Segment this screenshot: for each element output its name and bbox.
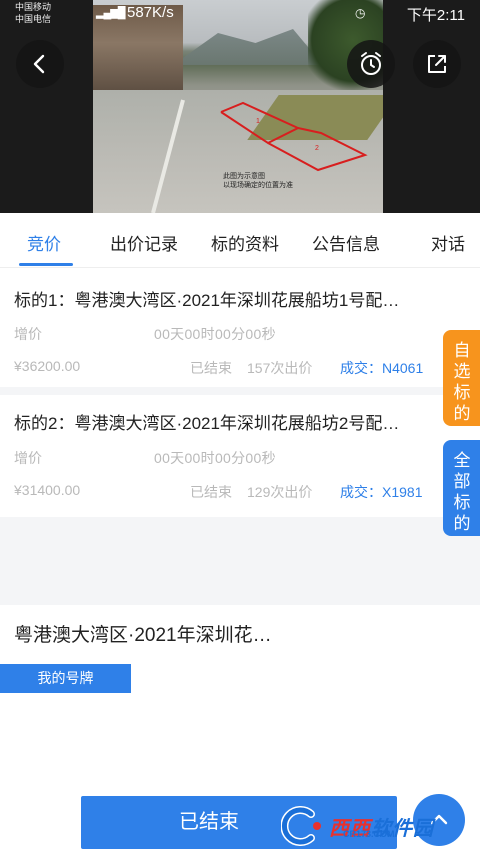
lot-price: ¥36200.00 — [14, 358, 81, 374]
favorite-tab-char: 自 — [453, 341, 471, 360]
active-tab-indicator — [19, 263, 73, 266]
photo-note-line2: 以现场确定的位置为准 — [223, 181, 293, 189]
hero-image-area: 1 2 此图为示意图 以现场确定的位置为准 中国移动 中国电信 ▂▄▆█ 587… — [0, 0, 480, 213]
tab-bar: 竞价 出价记录 标的资料 公告信息 对话 — [0, 213, 480, 267]
section-divider — [0, 517, 480, 605]
lot-status: 已结束 — [190, 484, 232, 500]
bid-count: 129次出价 — [247, 484, 313, 500]
watermark-logo-icon — [280, 806, 327, 846]
deal-result: 成交：N4061 — [340, 360, 424, 376]
countdown-timer: 00天00时00分00秒 — [154, 450, 276, 466]
alarm-icon: ◷ — [355, 6, 366, 20]
increment-label: 增价 — [14, 450, 42, 466]
my-plate-tag[interactable]: 我的号牌 — [0, 664, 131, 693]
carrier-1: 中国移动 — [15, 2, 52, 12]
all-lots-tab[interactable]: 全 部 标 的 — [443, 440, 480, 536]
all-tab-char: 部 — [453, 472, 471, 491]
photo-marker-2: 2 — [315, 145, 319, 152]
lot-card[interactable]: 标的2：粤港澳大湾区·2021年深圳花展船坊2号配… 增价 00天00时00分0… — [0, 387, 480, 517]
tab-lot-info[interactable]: 标的资料 — [211, 230, 279, 255]
all-tab-char: 标 — [453, 493, 471, 512]
back-button[interactable] — [16, 40, 64, 88]
tab-bidding[interactable]: 竞价 — [27, 230, 61, 255]
alarm-clock-icon — [361, 52, 381, 75]
photo-note-line1: 此图为示意图 — [223, 172, 265, 180]
reminder-button[interactable] — [347, 40, 395, 88]
watermark-url: CR173.COM — [343, 829, 395, 839]
lot-title: 标的2：粤港澳大湾区·2021年深圳花展船坊2号配… — [14, 414, 400, 433]
favorite-lots-tab[interactable]: 自 选 标 的 — [443, 330, 480, 426]
ended-button-label: 已结束 — [179, 811, 239, 833]
favorite-tab-char: 选 — [453, 362, 471, 381]
favorite-tab-char: 标 — [453, 383, 471, 402]
photo-marker-1: 1 — [256, 118, 260, 125]
lot-title: 标的1：粤港澳大湾区·2021年深圳花展船坊1号配… — [14, 291, 400, 310]
all-tab-char: 的 — [453, 514, 471, 533]
all-tab-char: 全 — [453, 451, 471, 470]
share-icon — [428, 55, 446, 73]
chevron-left-icon — [33, 54, 45, 74]
favorite-tab-char: 的 — [453, 404, 471, 423]
auction-photo: 1 2 此图为示意图 以现场确定的位置为准 — [93, 0, 383, 213]
lot-status: 已结束 — [190, 360, 232, 376]
watermark: 西西软件园 CR173.COM — [280, 805, 466, 847]
tab-bid-records[interactable]: 出价记录 — [110, 230, 178, 255]
signal-icon: ▂▄▆█ — [96, 7, 125, 19]
share-button[interactable] — [413, 40, 461, 88]
photo-note: 此图为示意图 以现场确定的位置为准 — [223, 172, 293, 190]
network-speed: 587K/s — [127, 4, 174, 21]
carrier-2: 中国电信 — [15, 14, 52, 24]
countdown-timer: 00天00时00分00秒 — [154, 326, 276, 342]
bid-count: 157次出价 — [247, 360, 313, 376]
tab-chat[interactable]: 对话 — [431, 230, 465, 255]
increment-label: 增价 — [14, 326, 42, 342]
carrier-info: 中国移动 中国电信 — [15, 1, 51, 25]
deal-result: 成交：X1981 — [340, 484, 423, 500]
auction-title: 粤港澳大湾区·2021年深圳花… — [14, 625, 272, 646]
status-bar: 中国移动 中国电信 ▂▄▆█ 587K/s ◷ 下午2:11 — [0, 0, 480, 28]
lot-price: ¥31400.00 — [14, 482, 81, 498]
lot-card[interactable]: 标的1：粤港澳大湾区·2021年深圳花展船坊1号配… 增价 00天00时00分0… — [0, 267, 480, 387]
status-time: 下午2:11 — [406, 7, 465, 24]
tab-announcements[interactable]: 公告信息 — [312, 230, 380, 255]
